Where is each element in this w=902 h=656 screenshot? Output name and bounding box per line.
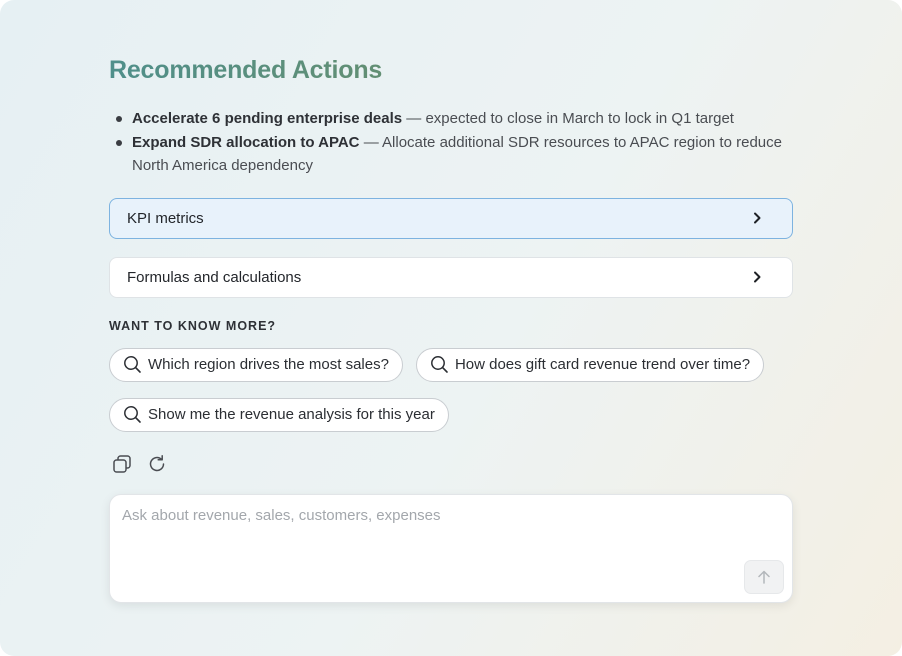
accordion-formulas[interactable]: Formulas and calculations bbox=[109, 256, 793, 298]
accordion-kpi-metrics[interactable]: KPI metrics bbox=[109, 197, 793, 239]
chat-input[interactable] bbox=[122, 506, 742, 547]
action-list: Accelerate 6 pending enterprise deals — … bbox=[109, 107, 793, 178]
bullet-dot bbox=[116, 139, 122, 146]
chat-composer bbox=[109, 493, 793, 603]
more-heading: WANT TO KNOW MORE? bbox=[109, 318, 277, 333]
chevron-right-icon bbox=[752, 212, 762, 224]
suggestion-chip[interactable]: Show me the revenue analysis for this ye… bbox=[109, 397, 449, 432]
suggestion-label: Show me the revenue analysis for this ye… bbox=[148, 406, 435, 423]
regenerate-button[interactable] bbox=[147, 454, 167, 474]
arrow-up-icon bbox=[758, 570, 770, 584]
chevron-right-icon bbox=[752, 271, 762, 283]
suggestion-chip[interactable]: Which region drives the most sales? bbox=[109, 347, 403, 382]
search-icon bbox=[430, 356, 448, 373]
assistant-response: Recommended Actions Accelerate 6 pending… bbox=[109, 54, 793, 603]
chat-panel: Recommended Actions Accelerate 6 pending… bbox=[0, 0, 902, 656]
action-item: Accelerate 6 pending enterprise deals — … bbox=[109, 107, 793, 131]
accordion-label: Formulas and calculations bbox=[127, 268, 302, 286]
search-icon bbox=[124, 406, 141, 423]
suggestion-label: Which region drives the most sales? bbox=[148, 356, 389, 373]
send-button[interactable] bbox=[744, 559, 784, 594]
suggestion-chips: Which region drives the most sales? How … bbox=[109, 347, 793, 432]
bullet-dot bbox=[116, 116, 122, 122]
copy-icon bbox=[113, 454, 131, 473]
section-title: Recommended Actions bbox=[109, 54, 793, 86]
copy-button[interactable] bbox=[112, 454, 132, 474]
action-item-title: Accelerate 6 pending enterprise deals bbox=[132, 110, 403, 127]
suggestion-label: How does gift card revenue trend over ti… bbox=[454, 356, 751, 373]
refresh-icon bbox=[149, 454, 165, 471]
action-item-detail: — expected to close in March to lock in … bbox=[402, 110, 734, 127]
action-item: Expand SDR allocation to APAC — Allocate… bbox=[109, 131, 793, 178]
response-toolbar bbox=[109, 454, 793, 474]
search-icon bbox=[124, 356, 141, 373]
action-item-title: Expand SDR allocation to APAC bbox=[132, 133, 360, 151]
suggestion-chip[interactable]: How does gift card revenue trend over ti… bbox=[415, 347, 765, 382]
accordion-label: KPI metrics bbox=[127, 209, 204, 227]
